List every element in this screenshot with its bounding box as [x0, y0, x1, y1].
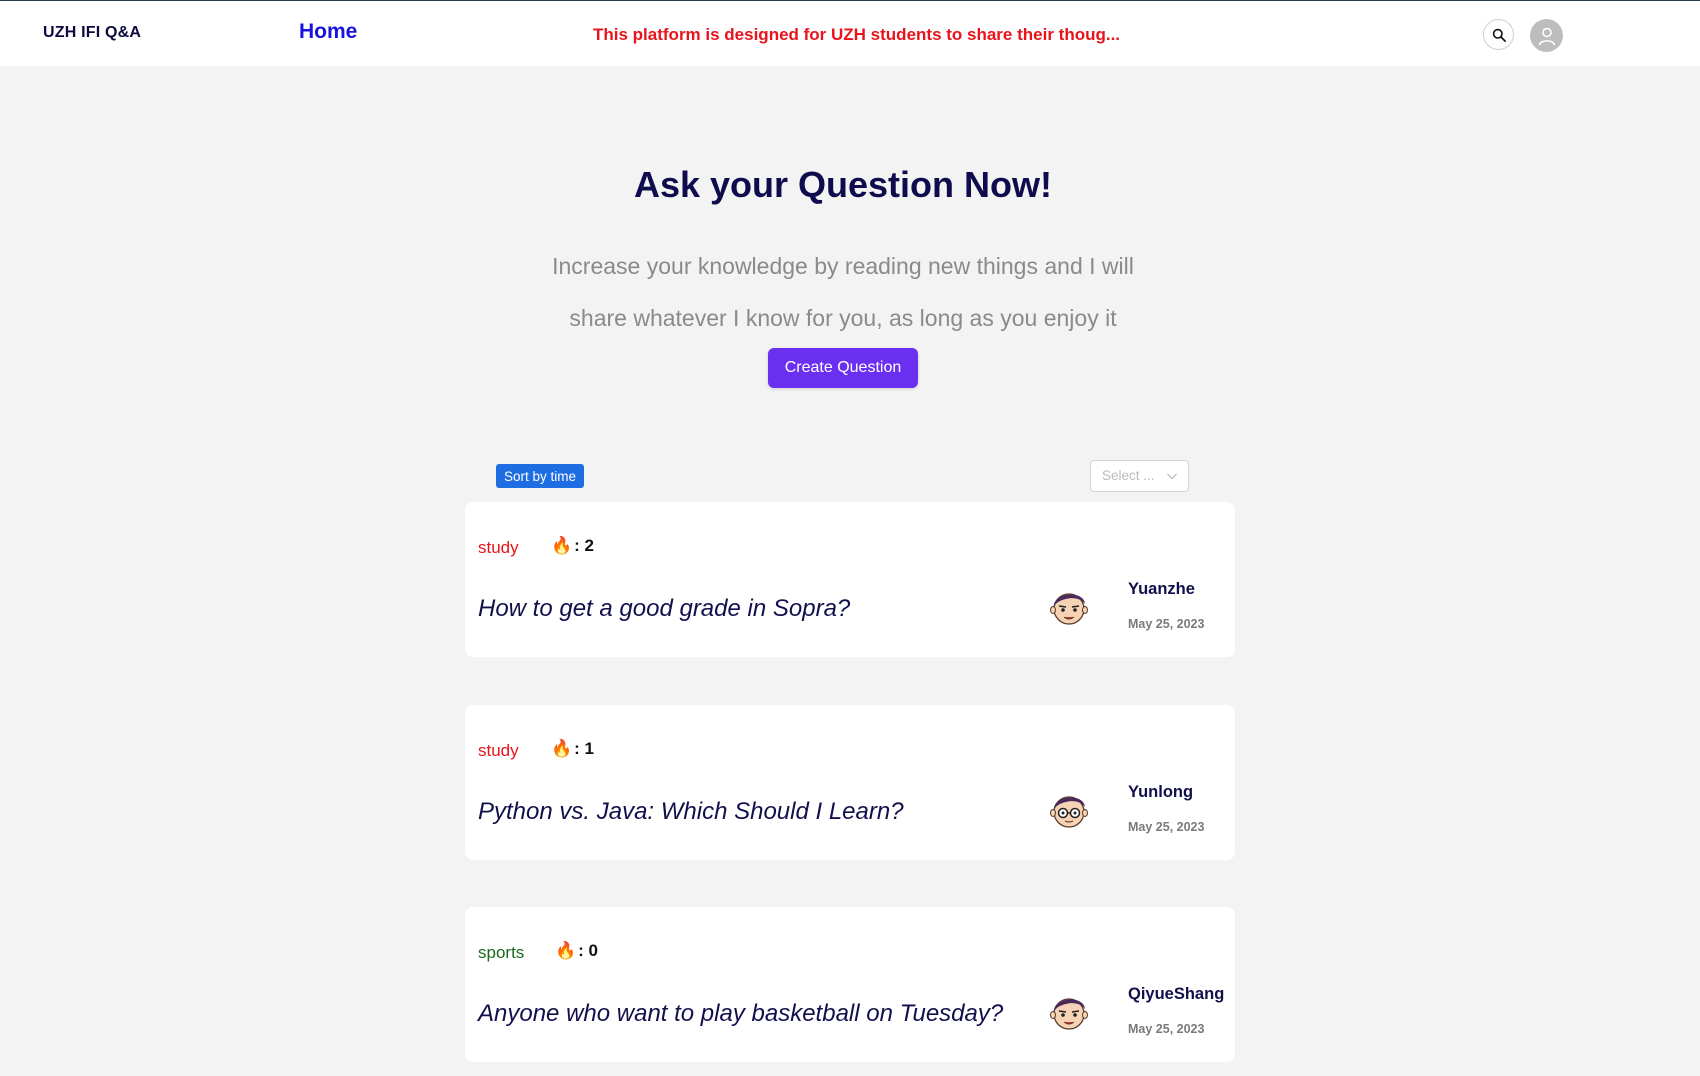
user-icon — [1538, 27, 1555, 45]
cartoon-face-icon — [1050, 998, 1088, 1030]
fire-icon: 🔥 — [555, 941, 577, 960]
question-title[interactable]: Python vs. Java: Which Should I Learn? — [478, 798, 904, 826]
announcement-text: This platform is designed for UZH studen… — [593, 25, 1121, 44]
question-card[interactable]: study 🔥: 2 How to get a good grade in So… — [465, 502, 1235, 657]
author-name[interactable]: QiyueShang — [1128, 985, 1224, 1004]
user-avatar-button[interactable] — [1530, 19, 1563, 52]
question-card[interactable]: study 🔥: 1 Python vs. Java: Which Should… — [465, 705, 1235, 860]
post-date: May 25, 2023 — [1128, 1022, 1205, 1036]
post-date: May 25, 2023 — [1128, 617, 1205, 631]
nav-home-link[interactable]: Home — [299, 20, 357, 44]
author-name[interactable]: Yunlong — [1128, 783, 1193, 802]
question-tag[interactable]: sports — [478, 943, 524, 963]
fire-icon: 🔥 — [551, 536, 573, 555]
question-title[interactable]: Anyone who want to play basketball on Tu… — [478, 1000, 1003, 1028]
cartoon-face-icon — [1050, 593, 1088, 625]
heat-value: : 0 — [578, 941, 599, 960]
create-question-button[interactable]: Create Question — [768, 348, 918, 388]
fire-icon: 🔥 — [551, 739, 573, 758]
heat-count: 🔥: 0 — [555, 941, 598, 961]
heat-value: : 1 — [574, 739, 595, 758]
cartoon-face-glasses-icon — [1050, 796, 1088, 828]
sort-by-time-button[interactable]: Sort by time — [496, 464, 585, 488]
hero-subtitle-line2: share whatever I know for you, as long a… — [569, 305, 1117, 331]
heat-count: 🔥: 2 — [551, 536, 594, 556]
hero-subtitle: Increase your knowledge by reading new t… — [0, 240, 1686, 344]
question-title[interactable]: How to get a good grade in Sopra? — [478, 595, 850, 623]
author-name[interactable]: Yuanzhe — [1128, 580, 1195, 599]
search-icon — [1492, 28, 1506, 42]
hero-subtitle-line1: Increase your knowledge by reading new t… — [552, 253, 1134, 279]
chevron-down-icon — [1167, 473, 1177, 480]
question-card[interactable]: sports 🔥: 0 Anyone who want to play bask… — [465, 907, 1235, 1062]
tag-filter-select[interactable]: Select ... — [1090, 460, 1189, 492]
heat-count: 🔥: 1 — [551, 739, 594, 759]
question-tag[interactable]: study — [478, 538, 519, 558]
heat-value: : 2 — [574, 536, 595, 555]
top-navbar: UZH IFI Q&A Home This platform is design… — [0, 0, 1700, 66]
search-button[interactable] — [1483, 19, 1514, 50]
question-tag[interactable]: study — [478, 741, 519, 761]
select-placeholder: Select ... — [1102, 468, 1155, 483]
post-date: May 25, 2023 — [1128, 820, 1205, 834]
hero-title: Ask your Question Now! — [633, 164, 1053, 205]
brand-logo[interactable]: UZH IFI Q&A — [43, 24, 141, 42]
